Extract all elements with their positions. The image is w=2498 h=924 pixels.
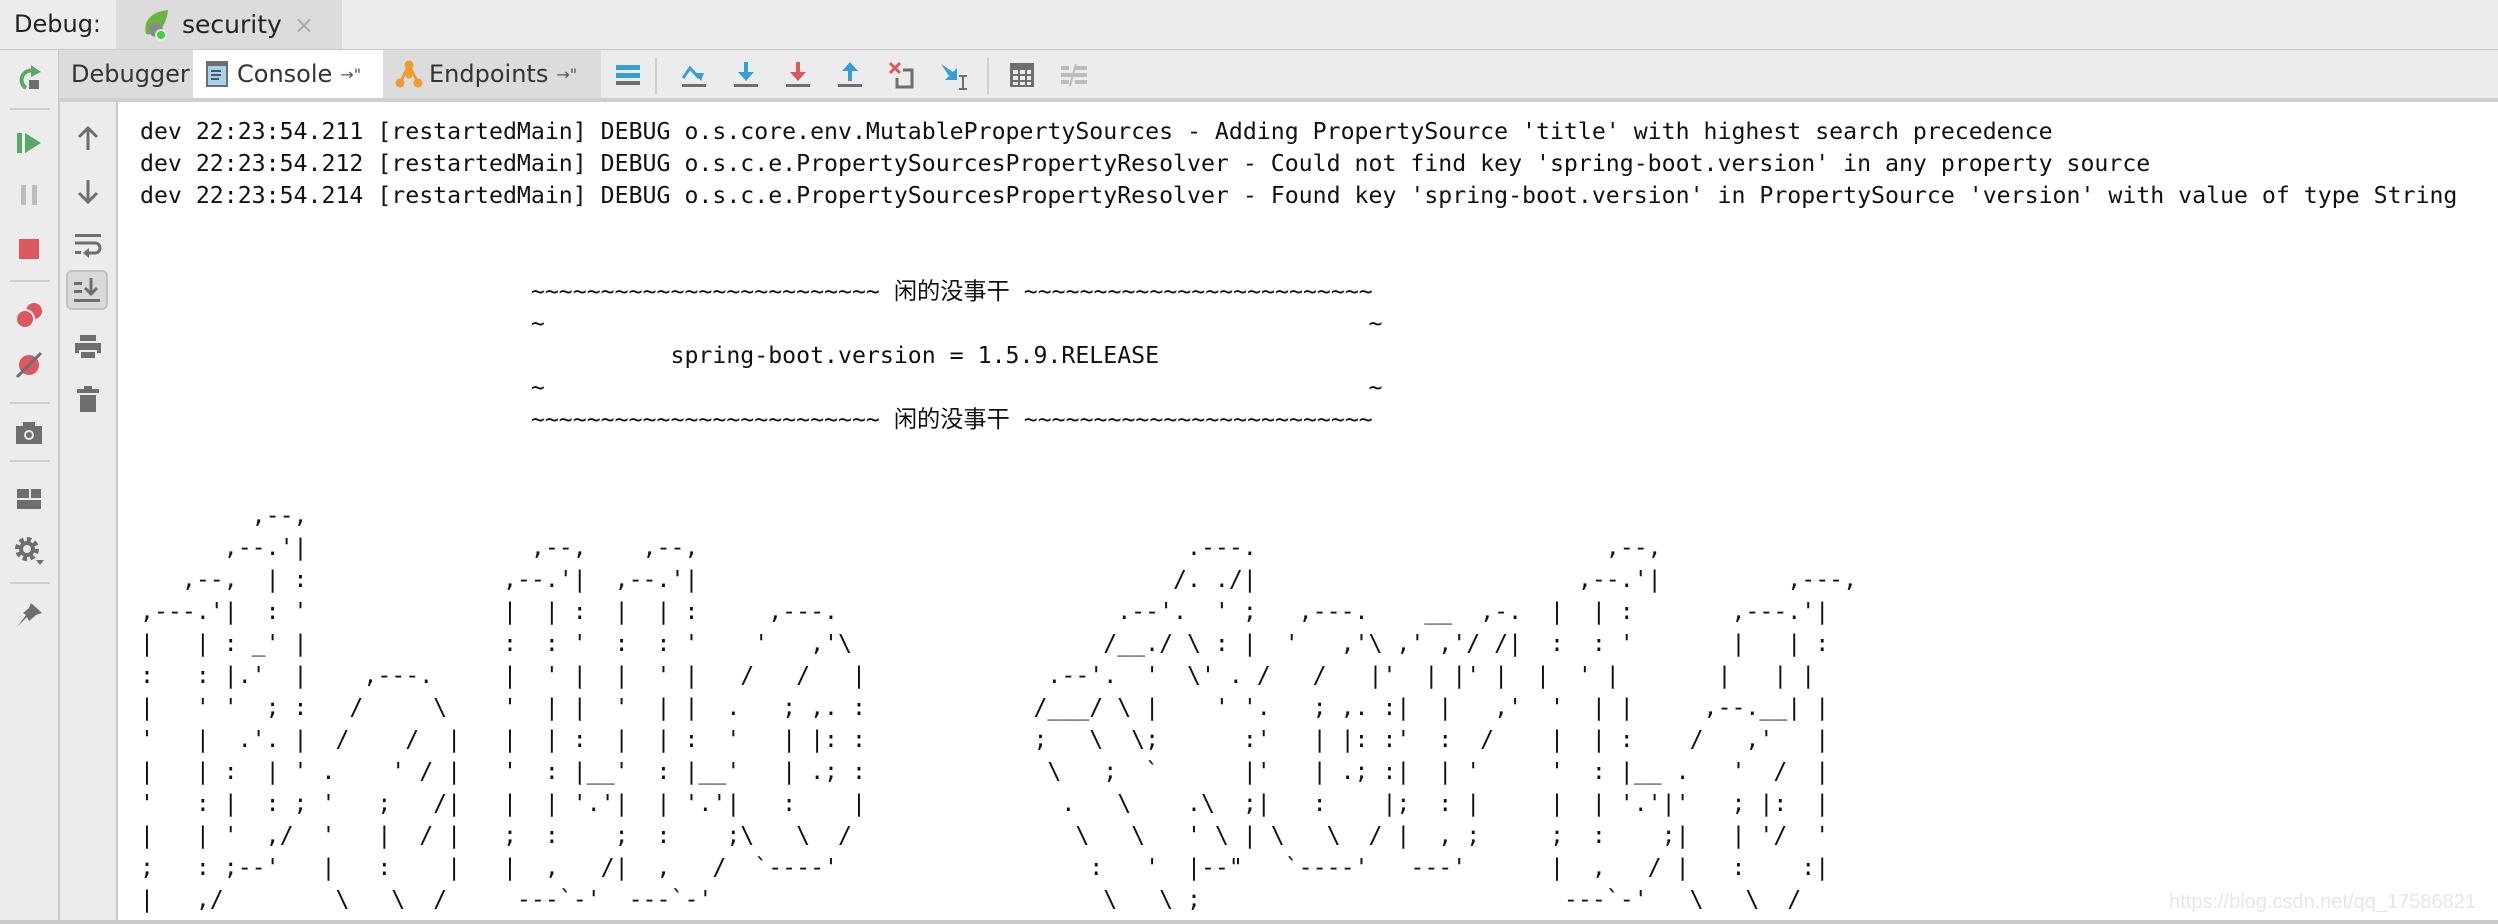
divider [10, 582, 50, 584]
snapshot-icon[interactable] [14, 418, 44, 448]
tab-endpoints[interactable]: Endpoints →" [383, 50, 601, 98]
tab-console[interactable]: Console →" [193, 50, 383, 98]
console-line: ~~~~~~~~~~~~~~~~~~~~~~~~~ 闲的没事干 ~~~~~~~~… [140, 406, 1373, 433]
settings-icon[interactable] [14, 536, 44, 566]
mute-breakpoints-icon[interactable] [14, 350, 44, 380]
pin-icon[interactable] [14, 600, 44, 630]
console-line: ' | .'. | / / | | | : | | : ' | |: : ; \… [140, 726, 1830, 753]
run-tab-security[interactable]: security × [116, 0, 342, 49]
console-output[interactable]: dev 22:23:54.211 [restartedMain] DEBUG o… [118, 116, 2498, 924]
layout-icon[interactable] [14, 484, 44, 514]
close-icon[interactable]: × [294, 11, 314, 39]
console-line: spring-boot.version = 1.5.9.RELEASE [140, 342, 1160, 369]
tab-label: Debugger [71, 60, 190, 88]
view-breakpoints-icon[interactable] [14, 300, 44, 330]
evaluate-expression-icon[interactable] [1007, 60, 1037, 90]
console-line: ; : ;--' | : | | , /| , / `----' : ' |--… [140, 854, 1830, 881]
step-over-icon[interactable] [679, 60, 709, 90]
step-into-icon[interactable] [731, 60, 761, 90]
console-line: ~ ~ [140, 374, 1383, 401]
up-icon[interactable] [73, 124, 103, 154]
console-line: ~~~~~~~~~~~~~~~~~~~~~~~~~ 闲的没事干 ~~~~~~~~… [140, 278, 1373, 305]
resume-icon[interactable] [14, 128, 44, 158]
console-line: ,--, | : ,--.'| ,--.'| /. ./| ,--.'| ,--… [140, 566, 1858, 593]
console-icon [206, 61, 228, 87]
divider [10, 460, 50, 462]
console-line: | ,/ \ \ / ---`-' ---`-' \ \ ; ---`-' \ … [140, 886, 1802, 913]
endpoints-icon [395, 60, 423, 88]
run-tab-label: security [182, 10, 282, 39]
console-line: dev 22:23:54.212 [restartedMain] DEBUG o… [140, 150, 2151, 177]
spring-boot-icon [145, 9, 168, 41]
console-line: dev 22:23:54.214 [restartedMain] DEBUG o… [140, 182, 2458, 209]
pause-icon[interactable] [14, 180, 44, 210]
console-line: dev 22:23:54.211 [restartedMain] DEBUG o… [140, 118, 2053, 145]
rerun-icon[interactable] [14, 62, 44, 92]
trace-icon[interactable] [1059, 60, 1089, 90]
console-line: ' : | : ; ' ; /| | | '.'| | '.'| : | . \… [140, 790, 1830, 817]
debug-actions-sidebar [0, 50, 60, 924]
debug-label: Debug: [14, 10, 102, 38]
tab-debugger[interactable]: Debugger [59, 50, 193, 98]
pin-tab-icon[interactable]: →" [340, 65, 361, 84]
console-actions-sidebar [60, 102, 118, 924]
stop-icon[interactable] [14, 234, 44, 264]
console-line: ~ ~ [140, 310, 1383, 337]
divider [10, 280, 50, 282]
console-line: | ' ' ; : / \ ' | | ' | | . ; ,. : /___/… [140, 694, 1830, 721]
force-step-into-icon[interactable] [783, 60, 813, 90]
drop-frame-icon[interactable] [887, 60, 917, 90]
step-out-icon[interactable] [835, 60, 865, 90]
divider [655, 58, 657, 94]
console-line: ,--, [140, 502, 308, 529]
scroll-to-end-icon [74, 278, 100, 302]
down-icon[interactable] [73, 176, 103, 206]
debug-tool-window-header: Debug: security × [0, 0, 2498, 50]
watermark: https://blog.csdn.net/qq_17586821 [2169, 891, 2476, 913]
bottom-border [0, 920, 2498, 924]
tab-label: Console [237, 60, 333, 88]
console-line: | | ' ,/ ' | / | ; : ; : ;\ \ / \ \ ' \ … [140, 822, 1830, 849]
print-icon[interactable] [73, 332, 103, 362]
soft-wrap-icon[interactable] [73, 229, 103, 259]
divider [10, 402, 50, 404]
console-line: : : |.' | ,---. | ' | | ' | / / | .--'. … [140, 662, 1816, 689]
divider [987, 58, 989, 94]
debug-toolbar: Debugger Console →" Endpoints →" [59, 50, 2498, 102]
console-line: ,--.'| ,--, ,--, .---. ,--, [140, 534, 1662, 561]
run-to-cursor-icon[interactable] [939, 60, 969, 90]
console-line: ,---.'| : ' | | : | | : ,---. .--'. ' ; … [140, 598, 1830, 625]
tab-label: Endpoints [429, 60, 549, 88]
console-line: | | : | ' . ' / | ' : |__' : |__' | .; :… [140, 758, 1830, 785]
divider [10, 108, 50, 110]
clear-icon[interactable] [73, 384, 103, 414]
scroll-to-end-button[interactable] [66, 270, 108, 310]
console-line: | | : _' | : : ' : : ' ' ,'\ /__./ \ : |… [140, 630, 1830, 657]
show-execution-point-icon[interactable] [613, 60, 643, 90]
pin-tab-icon[interactable]: →" [556, 65, 577, 84]
